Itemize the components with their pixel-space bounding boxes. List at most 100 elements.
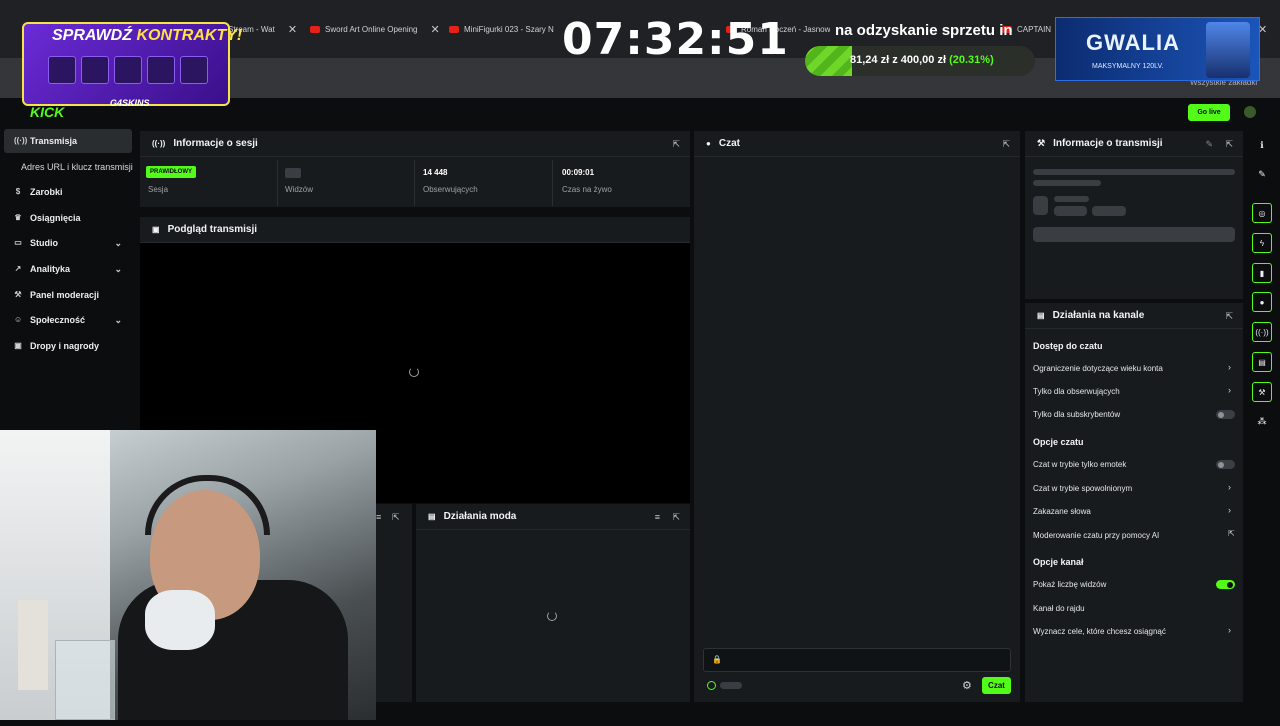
goal-percent: (20.31%) bbox=[949, 54, 994, 66]
chart-icon: ↗ bbox=[14, 264, 22, 273]
option-followers-only[interactable]: Tylko dla obserwujących bbox=[1033, 387, 1120, 396]
chevron-right-icon[interactable]: › bbox=[1228, 625, 1231, 635]
option-slow-mode[interactable]: Czat w trybie spowolnionym bbox=[1033, 484, 1132, 493]
popout-icon[interactable]: ⇱ bbox=[392, 512, 400, 523]
sidebar-item-panel-moderacji[interactable]: ⚒ Panel moderacji bbox=[4, 283, 132, 307]
section-heading: Opcje czatu bbox=[1033, 437, 1084, 447]
points-icon[interactable] bbox=[707, 681, 716, 690]
close-icon[interactable]: ✕ bbox=[431, 23, 440, 36]
chat-panel: ● Czat ⇱ bbox=[694, 131, 1020, 702]
popout-icon[interactable]: ⇱ bbox=[1225, 139, 1233, 150]
option-raid-channel[interactable]: Kanał do rajdu bbox=[1033, 604, 1085, 613]
chevron-right-icon[interactable]: › bbox=[1228, 505, 1231, 515]
chevron-down-icon: ⌄ bbox=[114, 263, 122, 274]
external-link-icon[interactable]: ⇱ bbox=[1228, 529, 1235, 538]
broadcast-icon[interactable]: ((·)) bbox=[1252, 322, 1272, 342]
panel-title: Podgląd transmisji bbox=[167, 224, 258, 235]
lightning-icon[interactable]: ϟ bbox=[1252, 233, 1272, 253]
server-name: GWALIA bbox=[1086, 30, 1180, 55]
chevron-right-icon[interactable]: › bbox=[1228, 385, 1231, 395]
chevron-right-icon[interactable]: › bbox=[1228, 482, 1231, 492]
chat-bubble-icon[interactable]: ● bbox=[1252, 292, 1272, 312]
sidebar-item-osiagniecia[interactable]: ♛ Osiągnięcia bbox=[4, 206, 132, 230]
target-icon[interactable]: ◎ bbox=[1252, 203, 1272, 223]
goal-amount: 81,24 zł bbox=[850, 54, 890, 66]
panel-title: Informacje o sesji bbox=[173, 138, 258, 149]
gear-icon[interactable]: ⚙ bbox=[962, 679, 972, 692]
sidebar-item-label: Transmisja bbox=[30, 136, 78, 146]
gun-skin-icon bbox=[114, 56, 142, 84]
glass bbox=[55, 640, 115, 720]
option-ai-moderation[interactable]: Moderowanie czatu przy pomocy AI bbox=[1033, 531, 1159, 540]
promo-word: SPRAWDŹ bbox=[52, 27, 132, 44]
sidebar-item-dropy[interactable]: ▣ Dropy i nagrody bbox=[4, 334, 132, 358]
stat-label: Obserwujących bbox=[423, 185, 478, 194]
close-icon[interactable]: ✕ bbox=[288, 23, 297, 36]
filter-icon[interactable]: ≡ bbox=[655, 512, 660, 522]
option-subscribers-only: Tylko dla subskrybentów bbox=[1033, 410, 1121, 419]
sidebar-item-label: Studio bbox=[30, 238, 58, 248]
option-account-age[interactable]: Ograniczenie dotyczące wieku konta bbox=[1033, 364, 1163, 373]
character-image bbox=[1206, 22, 1250, 78]
stat-label: Sesja bbox=[148, 185, 169, 194]
chat-header: ● Czat bbox=[694, 131, 1020, 157]
gun-skin-icon bbox=[81, 56, 109, 84]
loading-skeleton bbox=[1054, 206, 1087, 216]
edit-icon[interactable]: ✎ bbox=[1205, 139, 1213, 150]
sidebar-item-spolecznosc[interactable]: ☺ Społeczność ⌄ bbox=[4, 308, 132, 332]
popout-icon[interactable]: ⇱ bbox=[1225, 311, 1233, 322]
clipboard-icon[interactable]: ▤ bbox=[1252, 352, 1272, 372]
browser-tab[interactable]: Sword Art Online Opening ✕ bbox=[310, 18, 440, 40]
popout-icon[interactable]: ⇱ bbox=[672, 512, 680, 523]
toggle-subscribers-only[interactable] bbox=[1216, 410, 1235, 419]
stat-label: Widzów bbox=[285, 185, 314, 194]
clipboard-icon: ▤ bbox=[1037, 311, 1045, 320]
browser-tab[interactable]: MiniFigurki 023 - Szary N bbox=[449, 18, 559, 40]
chevron-down-icon: ⌄ bbox=[114, 237, 122, 248]
go-live-button[interactable]: Go live bbox=[1188, 104, 1230, 121]
sidebar-item-analityka[interactable]: ↗ Analityka ⌄ bbox=[4, 257, 132, 281]
tab-label: MiniFigurki 023 - Szary N bbox=[464, 24, 554, 34]
section-heading: Dostęp do czatu bbox=[1033, 341, 1103, 351]
toggle-show-viewers[interactable] bbox=[1216, 580, 1235, 589]
close-icon[interactable]: ✕ bbox=[1258, 18, 1278, 40]
chat-input[interactable]: 🔒 bbox=[703, 648, 1011, 672]
promo-word: KONTRAKTY! bbox=[136, 27, 243, 44]
chat-send-label: Czat bbox=[988, 681, 1005, 690]
loading-skeleton bbox=[285, 168, 301, 178]
trophy-icon: ♛ bbox=[14, 213, 22, 222]
edit-icon[interactable]: ✎ bbox=[1252, 164, 1272, 184]
monitor-icon: ▣ bbox=[152, 225, 160, 234]
stat-viewers: Widzów bbox=[277, 160, 415, 206]
youtube-icon bbox=[449, 25, 459, 33]
info-icon[interactable]: ℹ bbox=[1252, 135, 1272, 155]
headphones-icon bbox=[145, 475, 270, 535]
sidebar-item-zarobki[interactable]: $ Zarobki bbox=[4, 180, 132, 204]
toggle-emote-only[interactable] bbox=[1216, 460, 1235, 469]
loading-skeleton bbox=[1033, 227, 1235, 242]
option-set-goals[interactable]: Wyznacz cele, które chcesz osiągnąć bbox=[1033, 627, 1166, 636]
wrench-icon[interactable]: ⚒ bbox=[1252, 382, 1272, 402]
filter-icon[interactable]: ≡ bbox=[376, 512, 381, 522]
avatar[interactable] bbox=[1244, 106, 1256, 118]
popout-icon[interactable]: ⇱ bbox=[1002, 139, 1010, 150]
sidebar-item-transmisja[interactable]: ((·)) Transmisja bbox=[4, 129, 132, 153]
option-show-viewers: Pokaż liczbę widzów bbox=[1033, 580, 1107, 589]
gun-skin-icon bbox=[180, 56, 208, 84]
apps-icon[interactable]: ⁂ bbox=[1252, 411, 1272, 431]
option-banned-words[interactable]: Zakazane słowa bbox=[1033, 507, 1091, 516]
stat-live-time: 00:09:01 Czas na żywo bbox=[554, 160, 692, 206]
clipboard-icon: ▤ bbox=[428, 512, 436, 521]
goal-of: z bbox=[892, 54, 898, 66]
stream-clock: 07:32:51 bbox=[562, 14, 789, 65]
option-emote-only: Czat w trybie tylko emotek bbox=[1033, 460, 1127, 469]
chat-send-button[interactable]: Czat bbox=[982, 677, 1011, 694]
document-icon[interactable]: ▮ bbox=[1252, 263, 1272, 283]
kick-logo[interactable]: KICK bbox=[30, 104, 64, 120]
popout-icon[interactable]: ⇱ bbox=[672, 139, 680, 150]
chevron-right-icon[interactable]: › bbox=[1228, 362, 1231, 372]
loading-skeleton bbox=[720, 682, 742, 689]
sidebar-item-studio[interactable]: ▭ Studio ⌄ bbox=[4, 231, 132, 255]
webcam-feed bbox=[0, 430, 376, 720]
sidebar-subitem-stream-key[interactable]: Adres URL i klucz transmisji bbox=[21, 162, 133, 172]
